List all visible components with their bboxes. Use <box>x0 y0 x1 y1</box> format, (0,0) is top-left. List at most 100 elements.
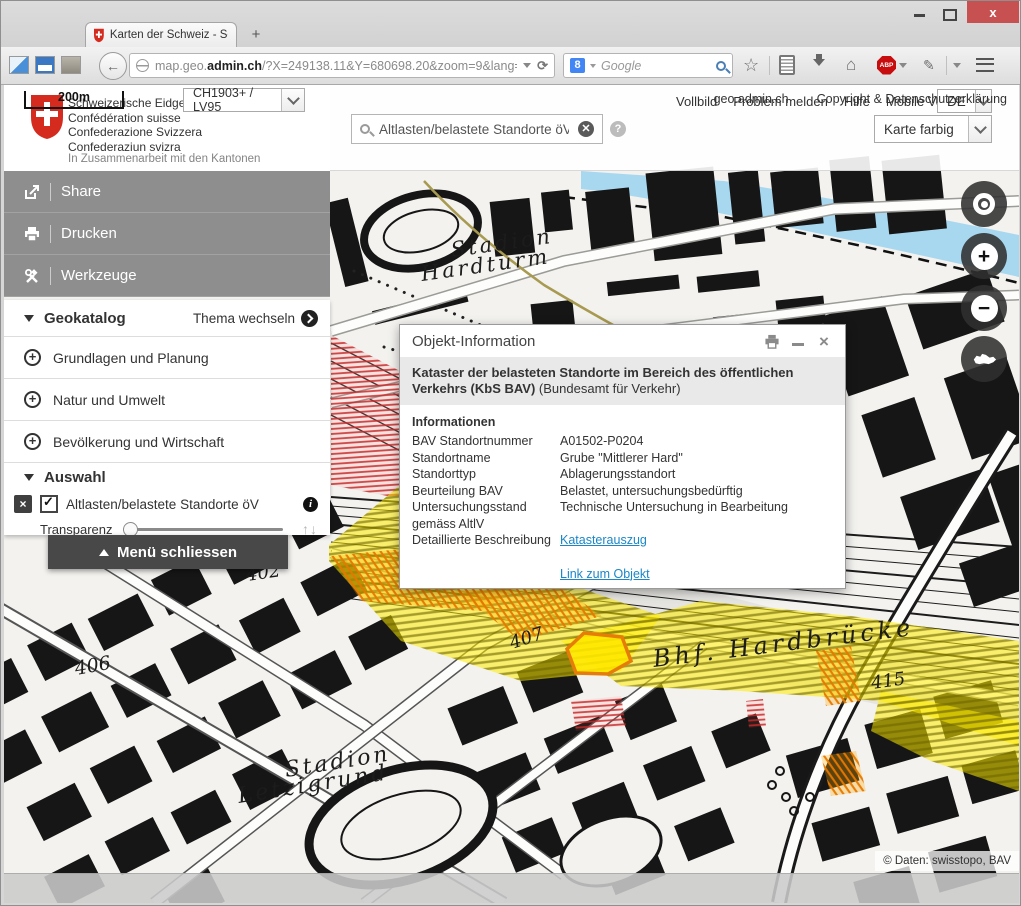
close-button[interactable]: x <box>967 1 1019 23</box>
layer-reorder-icons[interactable]: ↑↓ <box>302 521 318 537</box>
info-row-beschreibung: Detaillierte Beschreibung Katasterauszug <box>412 532 833 549</box>
toolbar-separator <box>769 56 770 75</box>
target-dot <box>981 201 988 208</box>
layer-checkbox[interactable] <box>40 495 58 513</box>
overflow-dropdown-icon[interactable] <box>953 55 961 75</box>
link-vollbild[interactable]: Vollbild <box>676 94 717 109</box>
slider-track <box>123 528 283 531</box>
engine-dropdown-icon[interactable] <box>590 64 596 71</box>
geo-search-input[interactable] <box>377 121 571 138</box>
geo-search-box[interactable]: ✕ <box>351 114 603 144</box>
close-menu-button[interactable]: Menü schliessen <box>48 535 288 569</box>
row-value: Ablagerungsstandort <box>560 466 675 483</box>
info-row-beurteilung: Beurteilung BAV Belastet, untersuchungsb… <box>412 483 833 500</box>
footer-bar <box>4 873 1019 903</box>
maximize-icon <box>943 9 957 21</box>
row-label: Standorttyp <box>412 466 560 483</box>
zoom-to-switzerland-button[interactable] <box>961 336 1007 382</box>
bookmark-star-icon[interactable]: ☆ <box>743 55 759 75</box>
reading-list-icon[interactable] <box>779 55 795 75</box>
map-style-value: Karte farbig <box>875 116 968 142</box>
adblock-dropdown-icon[interactable] <box>899 55 907 75</box>
new-tab-button[interactable]: + <box>245 27 267 45</box>
expand-plus-icon-3[interactable]: + <box>24 433 41 450</box>
projection-select[interactable]: CH1903+ / LV95 <box>183 88 305 112</box>
catalog-item-grundlagen[interactable]: + Grundlagen und Planung <box>4 337 330 379</box>
browser-tab[interactable]: Karten der Schweiz - Schweize... <box>85 22 237 47</box>
url-bar[interactable]: map.geo.admin.ch/?X=249138.11&Y=680698.2… <box>129 53 555 78</box>
popup-minimize-icon[interactable] <box>789 332 807 350</box>
google-engine-icon[interactable]: 8 <box>570 58 585 73</box>
scale-bar: 200m <box>24 91 124 109</box>
url-text[interactable]: map.geo.admin.ch/?X=249138.11&Y=680698.2… <box>155 59 517 73</box>
row-label: Untersuchungsstand gemäss AltlV <box>412 499 560 532</box>
katasterauszug-link[interactable]: Katasterauszug <box>560 532 647 549</box>
minus-icon: − <box>971 295 998 322</box>
info-row-untersuchungsstand: Untersuchungsstand gemäss AltlV Technisc… <box>412 499 833 532</box>
footer-link-copyright[interactable]: Copyright & Datenschutzerklärung <box>817 92 1007 106</box>
maximize-button[interactable] <box>937 7 963 23</box>
app-tab-icon-1[interactable] <box>9 56 29 74</box>
zoom-out-button[interactable]: − <box>961 285 1007 331</box>
sidebar-menu: Share Drucken Werkzeuge <box>4 171 330 297</box>
app-tab-icon-3[interactable] <box>61 56 81 74</box>
back-button[interactable]: ← <box>99 52 127 80</box>
geolocate-button[interactable] <box>961 181 1007 227</box>
layer-info-icon[interactable]: i <box>303 497 318 512</box>
style-editor-icon[interactable]: ✎ <box>923 55 935 75</box>
layer-label: Altlasten/belastete Standorte öV <box>66 497 259 512</box>
url-dropdown-icon[interactable] <box>523 63 531 72</box>
catalog-item-natur[interactable]: + Natur und Umwelt <box>4 379 330 421</box>
sidebar-item-share[interactable]: Share <box>4 171 330 213</box>
menu-separator-3 <box>50 267 51 285</box>
expand-plus-icon[interactable]: + <box>24 349 41 366</box>
clear-search-icon[interactable]: ✕ <box>578 121 594 137</box>
popup-close-icon[interactable]: × <box>815 332 833 350</box>
printer-icon <box>24 226 40 242</box>
selection-header[interactable]: Auswahl <box>4 463 330 492</box>
sidebar-item-drucken[interactable]: Drucken <box>4 213 330 255</box>
projection-chevron[interactable] <box>281 89 304 111</box>
share-icon <box>24 184 40 200</box>
map-style-chevron[interactable] <box>968 116 991 142</box>
popup-title: Objekt-Information <box>412 333 755 350</box>
hamburger-menu-icon[interactable] <box>973 55 997 75</box>
browser-search-bar[interactable]: 8 Google <box>563 53 733 78</box>
search-help-icon[interactable]: ? <box>610 121 626 137</box>
minimize-button[interactable] <box>906 7 932 23</box>
downloads-icon[interactable] <box>813 55 825 75</box>
row-label: BAV Standortnummer <box>412 433 560 450</box>
theme-switch-link[interactable]: Thema wechseln <box>193 310 318 327</box>
switzerland-icon <box>971 351 997 368</box>
footer-link-site[interactable]: geo.admin.ch <box>714 92 789 106</box>
expand-plus-icon-2[interactable]: + <box>24 391 41 408</box>
browser-window: Karten der Schweiz - Schweize... + x ← m… <box>0 0 1021 906</box>
adblock-icon[interactable]: ABP <box>877 55 896 75</box>
popup-print-icon[interactable] <box>763 332 781 350</box>
link-zum-objekt[interactable]: Link zum Objekt <box>560 567 650 581</box>
zoom-in-button[interactable]: + <box>961 233 1007 279</box>
sidebar-item-werkzeuge[interactable]: Werkzeuge <box>4 255 330 297</box>
overlay-red-2 <box>746 699 766 728</box>
app-tab-icon-2[interactable] <box>35 56 55 74</box>
popup-layer-title-normal: (Bundesamt für Verkehr) <box>539 381 681 396</box>
geokatalog-header[interactable]: Geokatalog Thema wechseln <box>4 300 330 337</box>
menu-separator <box>50 183 51 201</box>
reload-icon[interactable]: ⟳ <box>537 58 548 74</box>
search-placeholder[interactable]: Google <box>601 59 711 73</box>
tools-icon <box>24 268 40 284</box>
close-menu-label: Menü schliessen <box>117 544 237 561</box>
remove-layer-button[interactable]: × <box>14 495 32 513</box>
search-icon[interactable] <box>716 61 726 71</box>
informationen-heading: Informationen <box>412 415 833 429</box>
map-attribution: © Daten: swisstopo, BAV <box>875 851 1019 871</box>
map-style-select[interactable]: Karte farbig <box>874 115 992 143</box>
target-icon <box>973 193 995 215</box>
row-value: A01502-P0204 <box>560 433 643 450</box>
catalog-item-bevoelkerung[interactable]: + Bevölkerung und Wirtschaft <box>4 421 330 463</box>
dropdown-triangle <box>899 63 907 72</box>
home-icon[interactable]: ⌂ <box>846 55 856 75</box>
selected-site-polygon[interactable] <box>567 633 631 674</box>
info-row-standorttyp: Standorttyp Ablagerungsstandort <box>412 466 833 483</box>
chevron-down-icon-2 <box>974 121 987 134</box>
